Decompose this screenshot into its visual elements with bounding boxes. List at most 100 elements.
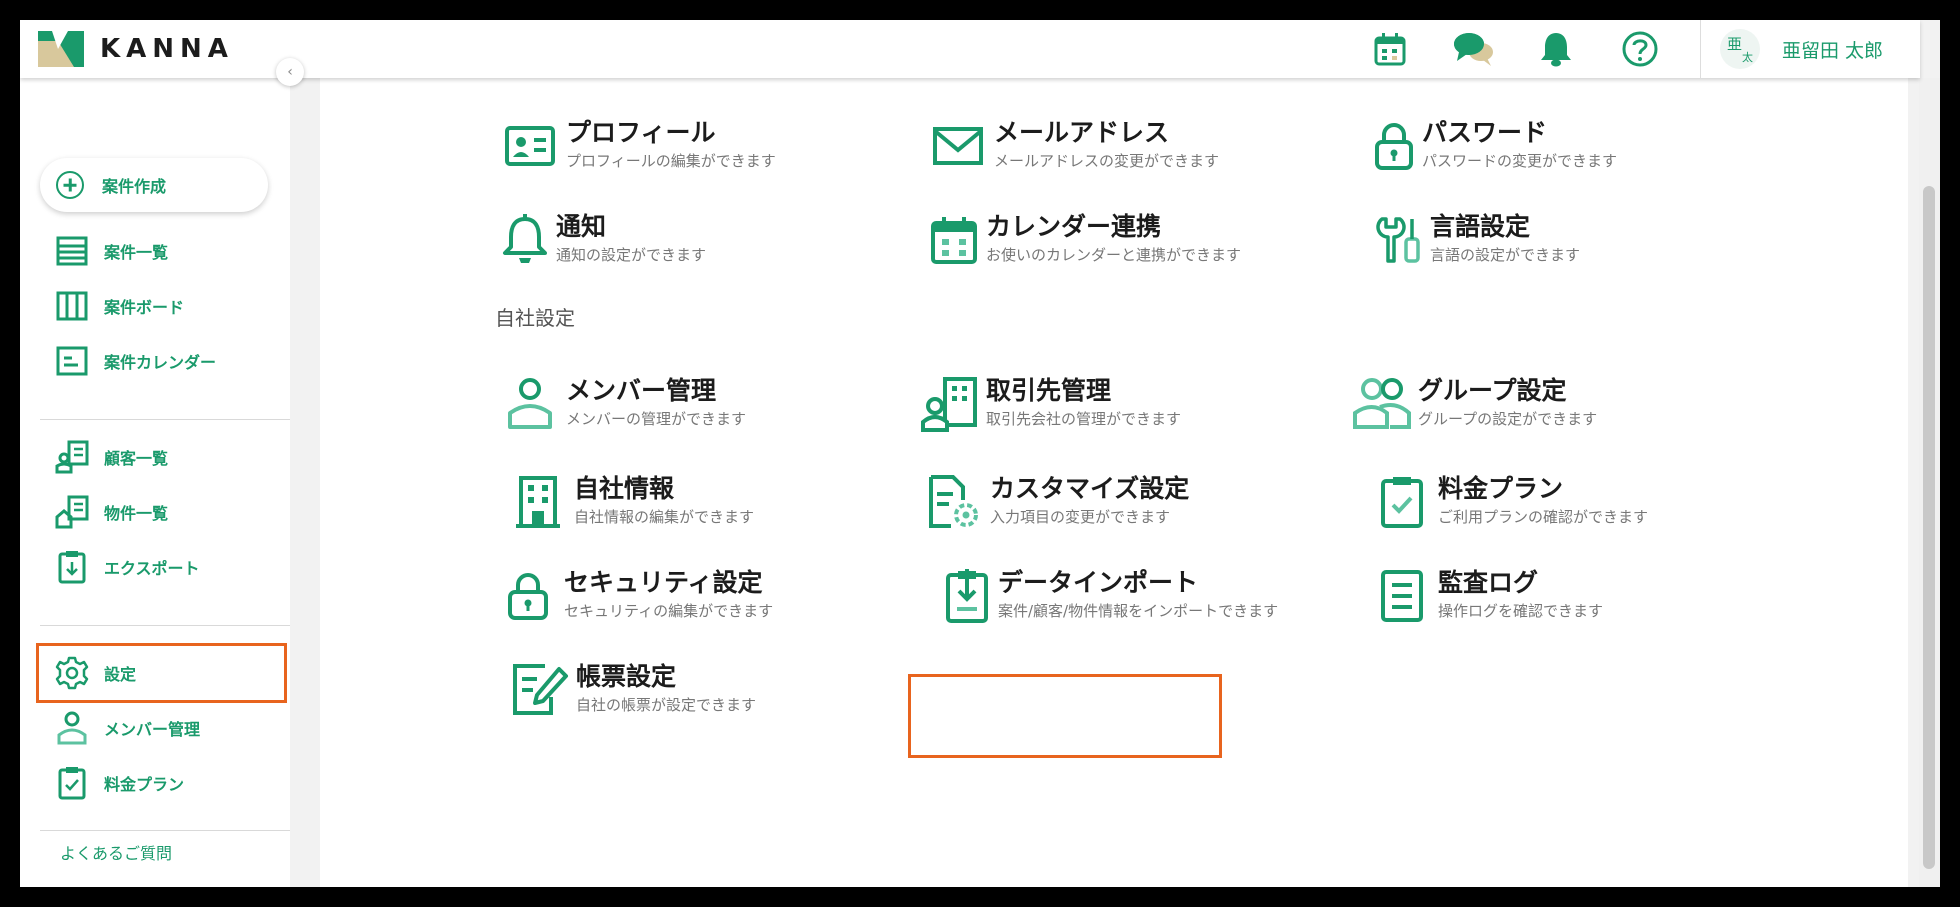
tools-icon [1372, 210, 1424, 270]
app-name: KANNA [100, 34, 234, 64]
kanna-logo-mark [38, 31, 84, 67]
kanna-logo[interactable]: KANNA [38, 30, 234, 68]
card-data-import[interactable]: データインポート案件/顧客/物件情報をインポートできます [942, 566, 1278, 636]
mail-icon [928, 116, 988, 176]
sidebar-item-label: 案件カレンダー [104, 353, 217, 372]
calendar-icon [54, 343, 90, 379]
card-subtitle: 取引先会社の管理ができます [986, 410, 1182, 428]
sidebar-item-member-management[interactable]: メンバー管理 [54, 708, 200, 748]
card-language-settings[interactable]: 言語設定言語の設定ができます [1372, 210, 1580, 280]
document-lines-icon [1372, 566, 1432, 626]
sidebar-item-label: 設定 [104, 665, 137, 684]
card-notification[interactable]: 通知 通知の設定ができます [500, 210, 706, 280]
card-subtitle: メールアドレスの変更ができます [994, 152, 1220, 170]
card-title: グループ設定 [1418, 376, 1567, 405]
user-name: 亜留田 太郎 [1782, 39, 1884, 62]
card-company-info[interactable]: 自社情報 自社情報の編集ができます [508, 472, 754, 542]
card-title: 通知 [556, 212, 607, 241]
card-calendar-integration[interactable]: カレンダー連携お使いのカレンダーと連携ができます [928, 210, 1241, 280]
card-title: 帳票設定 [576, 662, 677, 691]
document-pen-icon [510, 660, 570, 720]
card-subtitle: グループの設定ができます [1418, 410, 1598, 428]
card-title: プロフィール [566, 118, 716, 147]
sidebar-item-property-list[interactable]: 物件一覧 [54, 492, 168, 532]
sidebar-item-project-calendar[interactable]: 案件カレンダー [54, 341, 216, 381]
scrollbar-thumb[interactable] [1923, 186, 1935, 869]
sidebar-item-project-list[interactable]: 案件一覧 [54, 231, 168, 271]
sidebar-item-label: エクスポート [104, 559, 200, 578]
sidebar: 案件作成 案件一覧 案件ボード 案件カレンダー 顧客一覧 物件一覧 エクスポート [20, 78, 290, 887]
card-title: 監査ログ [1438, 568, 1539, 597]
client-building-icon [920, 374, 980, 434]
member-icon [500, 374, 560, 434]
app-window: KANNA 亜 太 亜留田 太郎 案件作成 案件一覧 案件ボード 案件カレンダー… [20, 20, 1940, 887]
card-pricing-plan[interactable]: 料金プラン ご利用プランの確認ができます [1372, 472, 1648, 542]
card-member-management[interactable]: メンバー管理メンバーの管理ができます [500, 374, 746, 444]
sidebar-item-label: 料金プラン [104, 775, 185, 794]
card-title: セキュリティ設定 [564, 568, 763, 597]
card-email-address[interactable]: メールアドレスメールアドレスの変更ができます [928, 116, 1219, 186]
lock-icon [1372, 116, 1416, 176]
faq-link[interactable]: よくあるご質問 [60, 840, 172, 864]
import-icon [942, 566, 992, 626]
card-subtitle: ご利用プランの確認ができます [1438, 508, 1649, 526]
sidebar-item-pricing-plan[interactable]: 料金プラン [54, 763, 184, 803]
office-building-icon [508, 472, 568, 532]
user-menu[interactable]: 亜 太 亜留田 太郎 [1720, 28, 1883, 70]
top-header: KANNA 亜 太 亜留田 太郎 [20, 20, 1920, 78]
gear-icon [54, 655, 90, 691]
profile-card-icon [500, 116, 560, 176]
card-subtitle: 言語の設定ができます [1430, 246, 1581, 264]
document-gear-icon [924, 472, 984, 532]
help-icon[interactable] [1618, 28, 1662, 70]
create-project-button[interactable]: 案件作成 [40, 158, 268, 212]
lock-icon [498, 566, 558, 626]
header-divider [1700, 20, 1701, 78]
create-project-label: 案件作成 [102, 177, 167, 196]
sidebar-item-settings[interactable]: 設定 [54, 653, 136, 693]
sidebar-item-project-board[interactable]: 案件ボード [54, 286, 184, 326]
sidebar-collapse-button[interactable]: ‹ [276, 58, 304, 86]
chat-icon[interactable] [1452, 28, 1496, 70]
data-import-highlight-box [908, 674, 1222, 758]
card-title: カスタマイズ設定 [990, 474, 1190, 503]
card-title: メールアドレス [994, 118, 1170, 147]
card-title: メンバー管理 [566, 376, 717, 405]
bell-icon[interactable] [1534, 28, 1578, 70]
card-client-management[interactable]: 取引先管理 取引先会社の管理ができます [920, 374, 1181, 444]
card-customize-settings[interactable]: カスタマイズ設定入力項目の変更ができます [924, 472, 1189, 542]
list-icon [54, 233, 90, 269]
sidebar-item-export[interactable]: エクスポート [54, 547, 200, 587]
card-subtitle: プロフィールの編集ができます [566, 152, 776, 170]
avatar-text-top: 亜 [1727, 35, 1743, 53]
card-title: カレンダー連携 [986, 212, 1162, 241]
card-subtitle: 案件/顧客/物件情報をインポートできます [998, 602, 1279, 620]
card-audit-log[interactable]: 監査ログ操作ログを確認できます [1372, 566, 1603, 636]
card-title: 言語設定 [1430, 212, 1531, 241]
card-form-settings[interactable]: 帳票設定 自社の帳票が設定できます [510, 660, 756, 730]
card-subtitle: お使いのカレンダーと連携ができます [986, 246, 1242, 264]
card-subtitle: メンバーの管理ができます [566, 410, 747, 428]
property-icon [54, 494, 90, 530]
card-password[interactable]: パスワード パスワードの変更ができます [1372, 116, 1617, 186]
calendar-icon[interactable] [1368, 28, 1412, 70]
avatar-text-bottom: 太 [1742, 51, 1753, 64]
card-subtitle: 操作ログを確認できます [1438, 602, 1604, 620]
sidebar-item-customer-list[interactable]: 顧客一覧 [54, 437, 168, 477]
sidebar-item-label: 顧客一覧 [104, 449, 169, 468]
plus-circle-icon [56, 171, 84, 199]
sidebar-item-label: 物件一覧 [104, 504, 169, 523]
card-subtitle: パスワードの変更ができます [1422, 152, 1618, 170]
chevron-left-icon: ‹ [287, 64, 293, 80]
card-profile[interactable]: プロフィールプロフィールの編集ができます [500, 116, 776, 186]
export-icon [54, 549, 90, 585]
card-subtitle: 入力項目の変更ができます [990, 508, 1171, 526]
bell-icon [500, 210, 550, 270]
card-title: データインポート [998, 568, 1199, 597]
card-title: 自社情報 [574, 474, 675, 503]
card-group-settings[interactable]: グループ設定グループの設定ができます [1352, 374, 1597, 444]
board-icon [54, 288, 90, 324]
calendar-icon [928, 210, 980, 270]
card-security-settings[interactable]: セキュリティ設定 セキュリティの編集ができます [498, 566, 773, 636]
sidebar-item-label: メンバー管理 [104, 720, 201, 739]
